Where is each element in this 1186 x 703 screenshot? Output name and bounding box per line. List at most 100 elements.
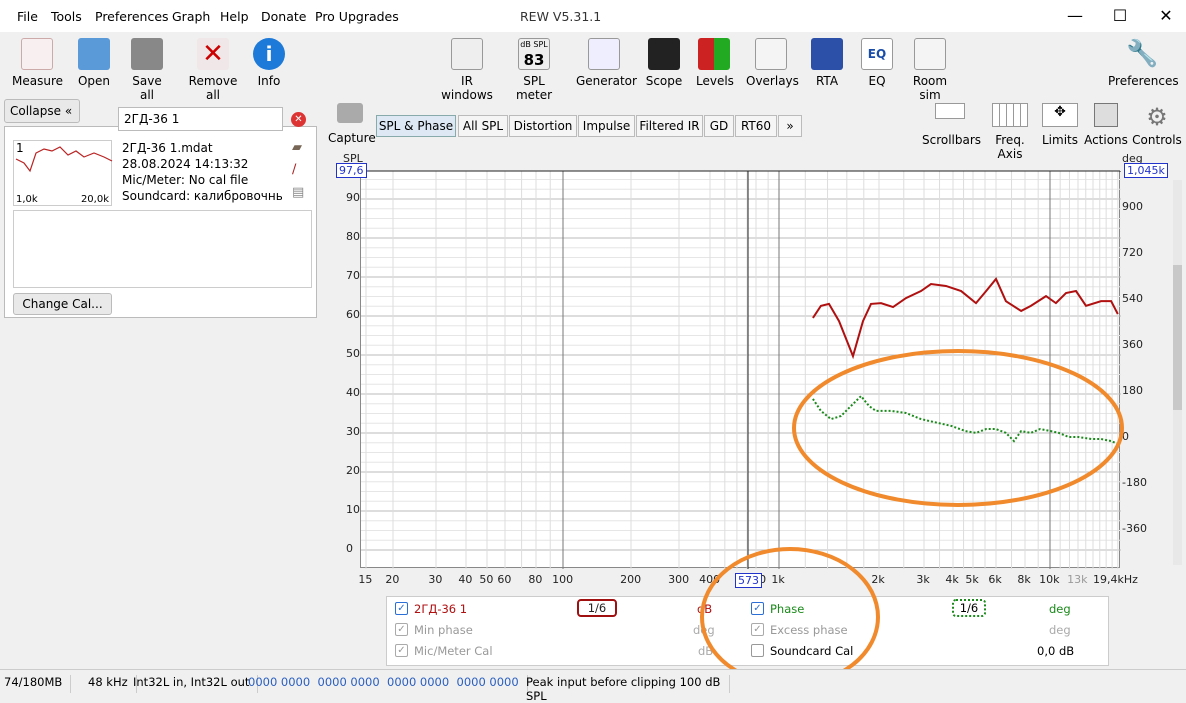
maximize-button[interactable]: ☐ [1100, 4, 1140, 28]
spl-meter-icon: dB SPL 83 [518, 38, 550, 70]
minimize-button[interactable]: — [1055, 4, 1095, 28]
close-button[interactable]: ✕ [1146, 4, 1186, 28]
vertical-scrollbar[interactable] [1173, 180, 1182, 565]
label: Levels [696, 74, 734, 88]
edit-pen-icon[interactable]: ∕ [292, 162, 296, 177]
checkbox-mic-cal[interactable]: ✓ [395, 644, 408, 657]
menu-donate[interactable]: Donate [261, 9, 306, 24]
remove-all-button[interactable]: ✕ Remove all [182, 38, 244, 102]
label: Controls [1132, 133, 1182, 147]
generator-button[interactable]: Generator [576, 38, 637, 88]
tab-2[interactable]: Distortion [509, 115, 577, 137]
capture-button[interactable]: Capture [328, 103, 376, 145]
file-name: 2ГД-36 1.mdat [122, 141, 213, 155]
x-tick-label: 50 [479, 573, 494, 586]
checkbox-min-phase[interactable]: ✓ [395, 623, 408, 636]
measurement-thumbnail[interactable]: 1 1,0k 20,0k [13, 140, 113, 206]
checkbox-soundcard-cal[interactable] [751, 644, 764, 657]
overlays-button[interactable]: Overlays [746, 38, 799, 88]
spl-meter-button[interactable]: dB SPL 83 SPL meter [505, 38, 563, 102]
measurement-name-input[interactable]: 2ГД-36 1 [118, 107, 283, 131]
label: Room sim [912, 74, 948, 102]
tab-0[interactable]: SPL & Phase [376, 115, 456, 137]
notes-textarea[interactable] [13, 210, 312, 288]
save-measurement-icon[interactable]: ▰ [292, 140, 302, 155]
legend-phase-unit: deg [1049, 602, 1071, 616]
tab-4[interactable]: Filtered IR [636, 115, 703, 137]
tab-5[interactable]: GD [704, 115, 734, 137]
menu-pro-upgrades[interactable]: Pro Upgrades [315, 9, 399, 24]
x-tick-label: 10k [1039, 573, 1060, 586]
x-tick-label: 80 [528, 573, 543, 586]
controls-button[interactable]: ⚙ Controls [1132, 103, 1182, 147]
memory-usage: 74/180MB [4, 675, 72, 693]
freq-axis-icon [992, 103, 1028, 127]
menu-help[interactable]: Help [220, 9, 249, 24]
menu-tools[interactable]: Tools [51, 9, 82, 24]
graph-canvas[interactable] [361, 170, 1121, 569]
legend-soundcard-cal-value: 0,0 dB [1037, 644, 1075, 658]
graph-legend: ✓ 2ГД-36 1 1/6 dB ✓ Min phase deg ✓ Mic/… [386, 596, 1109, 666]
phase-smoothing-button[interactable]: 1/6 [952, 599, 986, 617]
tab-7[interactable]: » [778, 115, 802, 137]
collapse-button[interactable]: Collapse « [4, 99, 80, 123]
label: Freq. Axis [995, 133, 1025, 161]
label: Measure [12, 74, 63, 88]
info-button[interactable]: i Info [252, 38, 286, 88]
checkbox-excess-phase[interactable]: ✓ [751, 623, 764, 636]
label: RTA [815, 74, 839, 88]
room-sim-button[interactable]: Room sim [902, 38, 958, 102]
scrollbars-button[interactable]: Scrollbars [922, 103, 981, 147]
sine-wave-icon [588, 38, 620, 70]
scope-button[interactable]: Scope [645, 38, 683, 88]
rta-button[interactable]: RTA [810, 38, 844, 88]
preferences-button[interactable]: 🔧 Preferences [1108, 38, 1179, 88]
measure-button[interactable]: Measure [12, 38, 63, 88]
y-max-input[interactable]: 97,6 [336, 163, 367, 178]
thumbnail-index: 1 [16, 141, 24, 155]
x-tick-label: 20 [385, 573, 400, 586]
notes-icon[interactable]: ▤ [292, 185, 304, 200]
legend-mic-cal-label: Mic/Meter Cal [414, 644, 493, 658]
checkbox-spl[interactable]: ✓ [395, 602, 408, 615]
change-cal-button[interactable]: Change Cal... [13, 293, 112, 315]
menu-file[interactable]: File [17, 9, 38, 24]
remove-measurement-icon[interactable]: ✕ [291, 112, 306, 127]
measurement-info: 2ГД-36 1.mdat 28.08.2024 14:13:32 Mic/Me… [122, 140, 282, 204]
eq-button[interactable]: EQ EQ [860, 38, 894, 88]
x-tick-label: 1k [771, 573, 785, 586]
open-button[interactable]: Open [74, 38, 114, 88]
save-all-button[interactable]: Save all [124, 38, 170, 102]
levels-button[interactable]: Levels [696, 38, 734, 88]
x-tick-label: 400 [699, 573, 721, 586]
tab-3[interactable]: Impulse [578, 115, 635, 137]
menu-preferences[interactable]: Preferences [95, 9, 169, 24]
y-tick-label: 20 [346, 464, 360, 477]
actions-button[interactable]: Actions [1084, 103, 1128, 147]
menu-graph[interactable]: Graph [172, 9, 210, 24]
label: Remove all [188, 74, 238, 102]
y-right-max-input[interactable]: 1,045k [1124, 163, 1168, 178]
folder-icon [78, 38, 110, 70]
y-right-tick-label: 360 [1122, 337, 1143, 351]
checkbox-phase[interactable]: ✓ [751, 602, 764, 615]
sample-rate: 48 kHz [88, 675, 137, 693]
y-tick-label: 60 [346, 308, 360, 321]
freq-axis-button[interactable]: Freq. Axis [982, 103, 1038, 161]
legend-mic-cal-unit: dB [698, 644, 714, 658]
tab-6[interactable]: RT60 [735, 115, 777, 137]
x-tick-label: 6k [988, 573, 1002, 586]
y-tick-label: 0 [346, 542, 353, 555]
ir-windows-button[interactable]: IR windows [436, 38, 498, 102]
label: Actions [1084, 133, 1128, 147]
tab-1[interactable]: All SPL [458, 115, 508, 137]
spl-phase-graph[interactable] [360, 170, 1121, 569]
remove-icon: ✕ [197, 38, 229, 70]
spl-smoothing-button[interactable]: 1/6 [577, 599, 617, 617]
window-title: REW V5.31.1 [520, 9, 602, 24]
save-icon [131, 38, 163, 70]
peak-input-info: Peak input before clipping 100 dB SPL [526, 675, 730, 703]
limits-button[interactable]: ✥ Limits [1040, 103, 1080, 147]
spl-meter-unit: dB SPL [520, 40, 548, 49]
scrollbar-thumb[interactable] [1173, 265, 1182, 410]
